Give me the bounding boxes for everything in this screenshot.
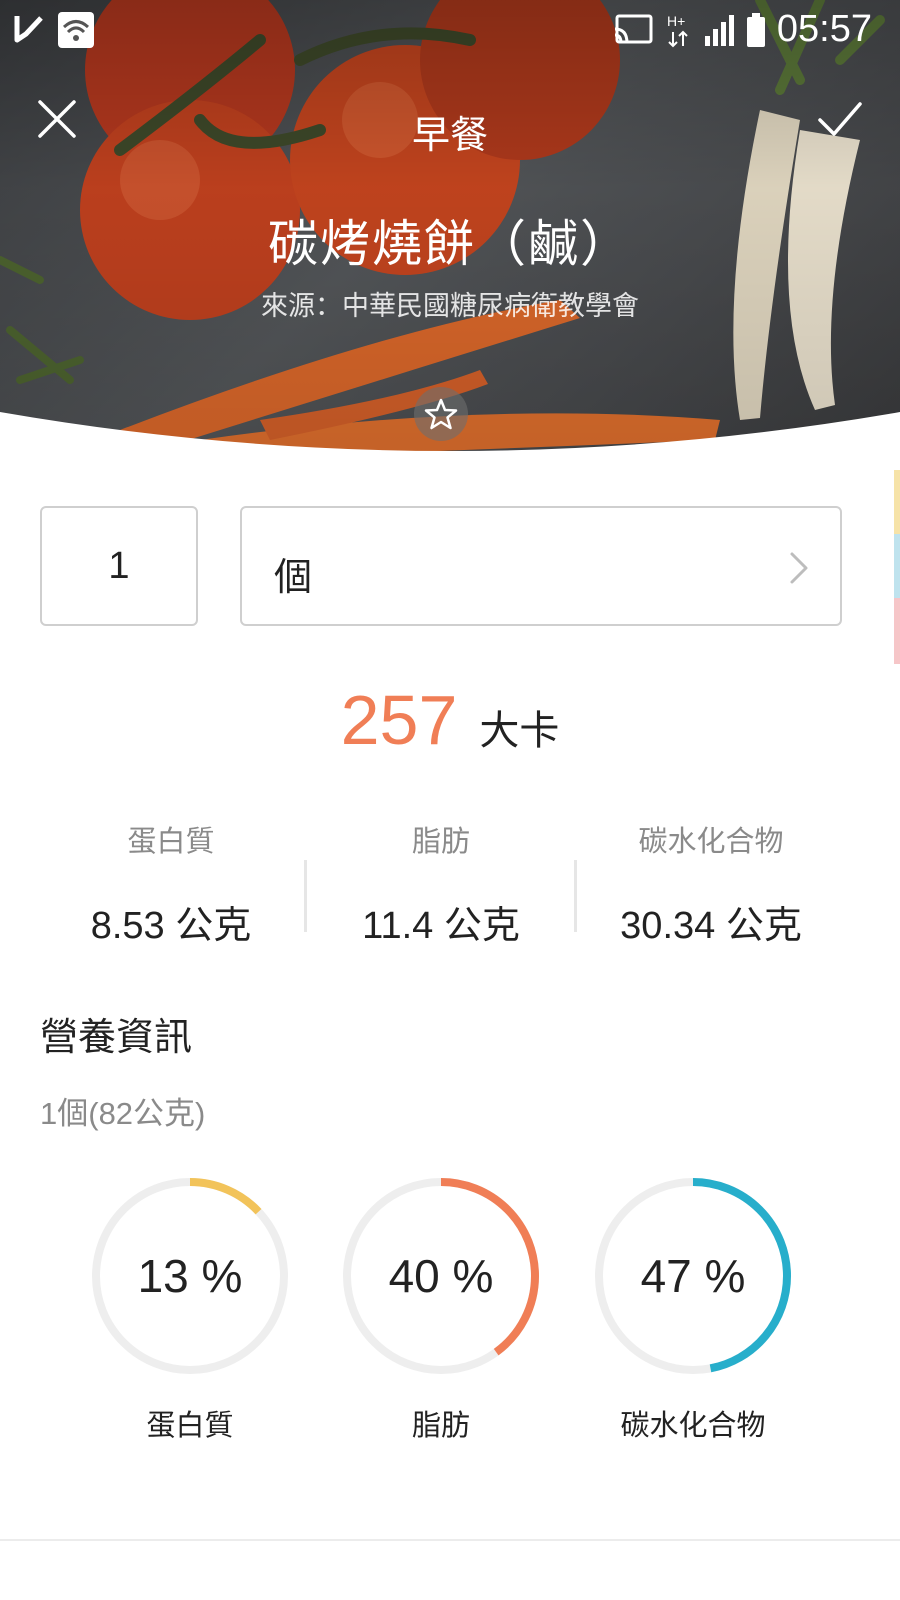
unit-label: 個 [274,555,313,599]
battery-icon [746,12,765,47]
side-indicator [894,598,900,664]
meal-title: 早餐 [411,113,488,157]
status-bar: H+ 05:57 [0,0,900,64]
macro-value: 11.4 公克 [362,905,520,947]
side-indicator [894,534,900,598]
ring-label: 蛋白質 [146,1408,234,1442]
chevron-right-icon [790,552,808,584]
h-plus-network-icon: H+ [667,13,688,47]
macro-label: 碳水化合物 [638,824,784,858]
protein-ratio-ring: 13 % [90,1176,290,1376]
svg-text:H+: H+ [667,13,685,29]
favorite-button[interactable] [414,387,468,441]
quantity-input[interactable]: 1 [40,506,198,626]
calories-unit: 大卡 [479,708,560,754]
food-source: 來源：中華民國糖尿病衛教學會 [261,291,639,322]
ring-percent: 47 % [640,1250,746,1302]
signal-icon [704,14,734,46]
unit-selector[interactable]: 個 [240,506,842,626]
carbs-ratio-ring: 47 % [593,1176,793,1376]
check-icon [818,102,862,136]
calories-value: 257 [340,681,458,759]
calories-summary: 257 大卡 [0,680,900,760]
serving-note: 1個(82公克) [40,1096,206,1131]
macro-carbs: 碳水化合物 30.34 公克 [576,818,846,949]
macro-fat: 脂肪 11.4 公克 [306,818,576,949]
fat-ratio-ring: 40 % [341,1176,541,1376]
cast-icon [614,14,653,43]
macro-label: 脂肪 [411,824,470,858]
status-time: 05:57 [776,8,872,50]
check-notification-icon [14,16,43,43]
star-outline-icon [424,398,458,430]
nutrition-title: 營養資訊 [40,1015,193,1059]
macro-value: 8.53 公克 [90,905,252,947]
side-indicator [894,470,900,534]
confirm-button[interactable] [816,98,864,142]
ring-percent: 13 % [137,1250,243,1302]
ring-label: 碳水化合物 [620,1408,766,1442]
macro-label: 蛋白質 [127,824,215,858]
ring-percent: 40 % [388,1250,494,1302]
hero-banner: H+ 05:57 早餐 碳烤燒餅（鹹） 來源：中華民國糖尿病衛教學會 [0,0,900,470]
macro-protein: 蛋白質 8.53 公克 [36,818,306,949]
wifi-icon [58,12,94,48]
divider [0,1539,900,1541]
ring-label: 脂肪 [411,1408,470,1442]
macro-value: 30.34 公克 [620,905,802,947]
food-name: 碳烤燒餅（鹹） [268,215,632,273]
